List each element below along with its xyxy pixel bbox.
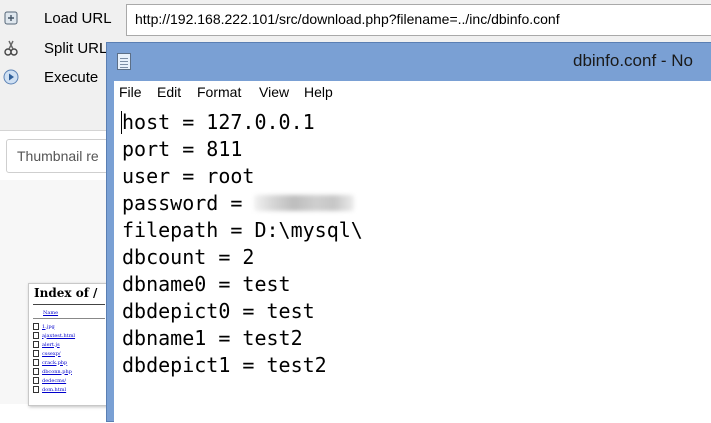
execute-icon (3, 69, 19, 85)
config-value: root (206, 164, 255, 188)
config-key: password (122, 191, 219, 215)
file-icon (33, 332, 39, 339)
list-item[interactable]: ajaxtest.html (33, 331, 75, 340)
file-content[interactable]: host = 127.0.0.1 port = 811 user = root pas… (122, 109, 363, 379)
menu-file[interactable]: File (119, 84, 142, 100)
config-value: 2 (242, 245, 255, 269)
list-item[interactable]: dbconn.php (33, 367, 75, 376)
config-value: test2 (266, 353, 327, 377)
menu-help[interactable]: Help (304, 84, 333, 100)
file-icon (33, 341, 39, 348)
file-icon (33, 323, 39, 330)
config-line-dbname0: dbname0 = test (122, 272, 291, 296)
index-file-list: 1.jpg ajaxtest.html alert.js cssexp/ cra… (33, 322, 75, 394)
list-item[interactable]: alert.js (33, 340, 75, 349)
config-line-dbdepict0: dbdepict0 = test (122, 299, 315, 323)
config-value: test2 (242, 326, 303, 350)
url-input[interactable]: http://192.168.222.101/src/download.php?… (126, 4, 711, 36)
config-key: dbdepict0 (122, 299, 231, 323)
text-editor[interactable]: host = 127.0.0.1 port = 811 user = root pas… (114, 105, 711, 423)
menu-edit[interactable]: Edit (157, 84, 181, 100)
config-line-dbname1: dbname1 = test2 (122, 326, 303, 350)
config-value: 127.0.0.1 (206, 110, 315, 134)
redacted-password (254, 195, 355, 211)
config-key: filepath (122, 218, 219, 242)
divider (33, 318, 105, 319)
config-line-user: user = root (122, 164, 255, 188)
config-value: test (266, 299, 315, 323)
index-thumbnail[interactable]: Index of / Name 1.jpg ajaxtest.html aler… (28, 283, 110, 406)
config-line-dbcount: dbcount = 2 (122, 245, 255, 269)
load-url-icon (3, 10, 19, 26)
config-value: 811 (206, 137, 243, 161)
index-column-name: Name (43, 310, 59, 316)
menu-bar: File Edit Format View Help (114, 81, 711, 105)
folder-icon (33, 350, 39, 357)
file-icon (33, 386, 39, 393)
notepad-window: dbinfo.conf - No File Edit Format View H… (106, 42, 711, 423)
config-value: D:\mysql\ (254, 218, 363, 242)
config-key: dbcount (122, 245, 207, 269)
split-url-icon (3, 40, 19, 56)
config-key: dbname0 (122, 272, 207, 296)
divider (33, 304, 105, 305)
list-item[interactable]: 1.jpg (33, 322, 75, 331)
config-line-filepath: filepath = D:\mysql\ (122, 218, 363, 242)
list-item[interactable]: crack.php (33, 358, 75, 367)
execute-label: Execute (44, 68, 99, 86)
window-title: dbinfo.conf - No (573, 51, 694, 70)
file-icon (33, 368, 39, 375)
list-item[interactable]: dom.html (33, 385, 75, 394)
config-line-port: port = 811 (122, 137, 243, 161)
config-key: dbdepict1 (122, 353, 231, 377)
file-icon (33, 359, 39, 366)
list-item[interactable]: dedecms/ (33, 376, 75, 385)
config-key: dbname1 (122, 326, 207, 350)
config-key: host (122, 110, 171, 134)
folder-icon (33, 377, 39, 384)
split-url-label: Split URL (44, 39, 108, 57)
notepad-titlebar[interactable]: dbinfo.conf - No (107, 43, 711, 81)
notepad-icon (117, 53, 131, 70)
list-item[interactable]: cssexp/ (33, 349, 75, 358)
menu-view[interactable]: View (259, 84, 289, 100)
config-key: user (122, 164, 171, 188)
config-line-dbdepict1: dbdepict1 = test2 (122, 353, 327, 377)
menu-format[interactable]: Format (197, 84, 241, 100)
index-title: Index of / (34, 286, 98, 300)
config-line-password: password = (122, 190, 363, 217)
config-line-host: host = 127.0.0.1 (122, 110, 315, 134)
config-key: port (122, 137, 171, 161)
load-url-label: Load URL (44, 9, 112, 27)
config-value: test (242, 272, 291, 296)
